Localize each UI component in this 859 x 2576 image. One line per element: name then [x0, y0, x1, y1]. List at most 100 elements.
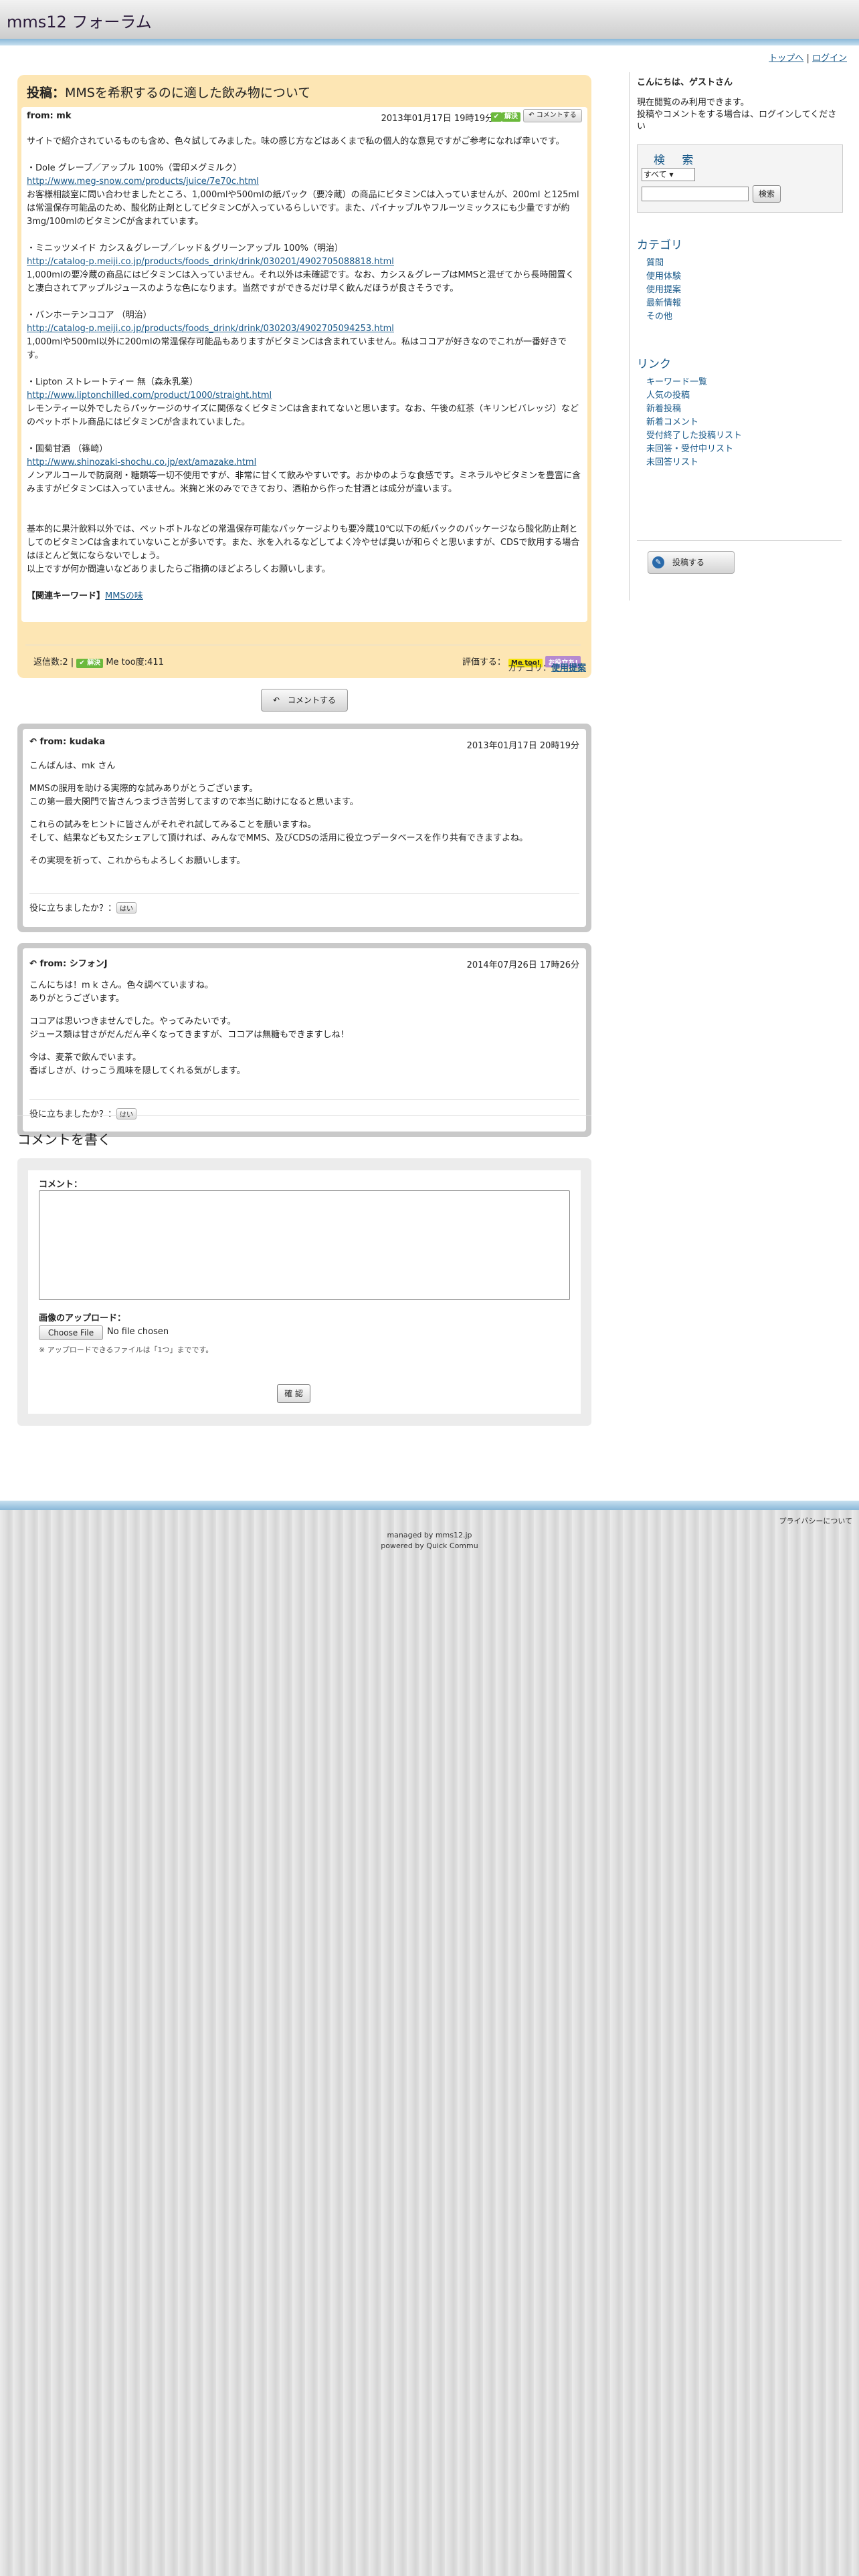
reply-author: ↶ from: kudaka: [29, 737, 105, 747]
item-link[interactable]: http://catalog-p.meiji.co.jp/products/fo…: [27, 322, 581, 336]
powered-by: powered by Quick Commu: [381, 1541, 478, 1550]
reply-body: こんばんは、mk さん MMSの服用を助ける実際的な試みありがとうございます。 …: [29, 760, 578, 877]
post-date: 2013年01月17日 19時19分: [381, 114, 494, 124]
header-stripe: [0, 39, 859, 45]
metoo-count: Me too度:411: [106, 657, 164, 667]
category-item[interactable]: 使用体験: [646, 270, 681, 284]
section-divider: [17, 1115, 591, 1116]
footer-credits: managed by mms12.jp powered by Quick Com…: [0, 1530, 859, 1551]
reply-footer: 役に立ちましたか？： はい: [29, 893, 579, 914]
login-link[interactable]: ログイン: [812, 53, 847, 64]
sidebar-link[interactable]: 未回答・受付中リスト: [646, 443, 742, 456]
sidebar-link[interactable]: 未回答リスト: [646, 456, 742, 469]
sidebar-divider: [637, 540, 842, 541]
sidebar-link[interactable]: 新着投稿: [646, 403, 742, 416]
keyword-link[interactable]: MMSの味: [105, 591, 143, 601]
reply-paragraph: MMSの服用を助ける実際的な試みありがとうございます。 この第一最大関門で皆さん…: [29, 784, 359, 807]
category-heading: カテゴリ: [637, 239, 682, 252]
category-label: カテゴリ：: [507, 663, 551, 673]
write-comment-heading: コメントを書く: [17, 1132, 111, 1148]
new-post-button[interactable]: ✎ 投稿する: [648, 551, 735, 574]
solved-badge-small-label: 解決: [87, 659, 101, 667]
search-scope-select[interactable]: すべて ▾: [642, 168, 695, 181]
search-button[interactable]: 検索: [753, 185, 781, 203]
useful-label: 役に立ちましたか？：: [29, 903, 117, 914]
sidebar-link[interactable]: 受付終了した投稿リスト: [646, 429, 742, 443]
reply-arrow-icon: ↶: [529, 112, 535, 119]
reply-panel: ↶ from: kudaka 2013年01月17日 20時19分 こんばんは、…: [23, 729, 586, 927]
category-item[interactable]: 使用提案: [646, 284, 681, 297]
post-keywords: 【関連キーワード】MMSの味: [27, 590, 581, 603]
item-link[interactable]: http://www.shinozaki-shochu.co.jp/ext/am…: [27, 456, 581, 469]
choose-file-button[interactable]: Choose File: [39, 1325, 103, 1340]
reply-paragraph: ココアは思いつきませんでした。やってみたいです。 ジュース類は甘さがだんだん辛く…: [29, 1016, 349, 1040]
comment-mini-button[interactable]: ↶ コメントする: [523, 109, 582, 122]
comment-button-label: コメントする: [288, 695, 337, 705]
post-title-text: MMSを希釈するのに適した飲み物について: [65, 86, 311, 100]
sidebar-link[interactable]: キーワード一覧: [646, 376, 742, 389]
site-header: mms12 フォーラム: [0, 0, 859, 39]
reply-card: ↶ from: kudaka 2013年01月17日 20時19分 こんばんは、…: [17, 724, 591, 932]
yes-button[interactable]: はい: [116, 1108, 137, 1119]
category-item[interactable]: 最新情報: [646, 297, 681, 310]
links-heading: リンク: [637, 358, 671, 371]
reply-panel: ↶ from: シフォンJ 2014年07月26日 17時26分 こんにちは！m…: [23, 948, 586, 1132]
reply-date: 2013年01月17日 20時19分: [466, 741, 579, 751]
keywords-label: 【関連キーワード】: [27, 591, 106, 601]
post-body-panel: from: mk 2013年01月17日 19時19分 ✔ 解決 ↶ コメントする…: [21, 107, 587, 668]
sidebar-link[interactable]: 人気の投稿: [646, 389, 742, 403]
post-title-prefix: 投稿：: [27, 86, 66, 100]
item-name: ・バンホーテンココア （明治）: [27, 310, 152, 320]
top-links: トップへ | ログイン: [769, 51, 847, 64]
links-list: キーワード一覧 人気の投稿 新着投稿 新着コメント 受付終了した投稿リスト 未回…: [646, 376, 742, 469]
category-link[interactable]: 使用提案: [551, 663, 586, 673]
reply-paragraph: これらの試みをヒントに皆さんがそれぞれ試してみることを願いますね。 そして、結果…: [29, 820, 528, 843]
category-item[interactable]: 質問: [646, 257, 681, 270]
item-name: ・Dole グレープ／アップル 100%（雪印メグミルク）: [27, 163, 242, 173]
confirm-button[interactable]: 確 認: [277, 1384, 310, 1403]
solved-badge: ✔ 解決: [490, 111, 520, 122]
comment-mini-label: コメントする: [536, 112, 577, 119]
item-desc: 1,000mlや500ml以外に200mlの常温保存可能品もありますがビタミンC…: [27, 337, 567, 360]
search-scope-value: すべて: [644, 170, 667, 179]
post-card: 投稿：MMSを希釈するのに適した飲み物について from: mk 2013年01…: [17, 75, 591, 678]
reply-author-name: from: kudaka: [39, 737, 106, 747]
yes-button[interactable]: はい: [116, 902, 137, 914]
item-name: ・ミニッツメイド カシス＆グレープ／レッド＆グリーンアップル 100%（明治）: [27, 243, 344, 253]
upload-note: ※ アップロードできるファイルは「1つ」までです。: [39, 1346, 213, 1354]
reply-paragraph: 今は、麦茶で飲んでいます。 香ばしさが、けっこう風味を隠してくれる気がします。: [29, 1053, 246, 1076]
reply-paragraph: その実現を祈って、これからもよろしくお願いします。: [29, 856, 246, 866]
item-link[interactable]: http://www.liptonchilled.com/product/100…: [27, 389, 581, 403]
post-title: 投稿：MMSを希釈するのに適した飲み物について: [27, 83, 310, 101]
footer-stripe: [0, 1501, 859, 1510]
search-heading: 検 索: [654, 154, 700, 167]
reply-count: 返信数:2 | ✔ 解決 Me too度:411: [33, 657, 164, 668]
chevron-down-icon: ▾: [669, 170, 674, 179]
post-category: カテゴリ：使用提案: [508, 661, 586, 673]
site-title[interactable]: mms12 フォーラム: [7, 9, 152, 32]
reply-body: こんにちは！m k さん。色々調べていますね。 ありがとうございます。 ココアは…: [29, 979, 578, 1087]
comment-form: コメント： 画像のアップロード： Choose File No file cho…: [17, 1158, 591, 1426]
post-outro: 基本的に果汁飲料以外では、ペットボトルなどの常温保存可能なパッケージよりも要冷蔵…: [27, 524, 580, 574]
item-desc: レモンティー以外でしたらパッケージのサイズに関係なくビタミンCは含まれてないと思…: [27, 404, 579, 427]
sidebar-link[interactable]: 新着コメント: [646, 416, 742, 429]
comment-button[interactable]: ↶ コメントする: [261, 689, 348, 712]
item-desc: 1,000mlの要冷蔵の商品にはビタミンCは入っていません。それ以外は未確認です…: [27, 270, 575, 294]
reply-paragraph: こんにちは！m k さん。色々調べていますね。 ありがとうございます。: [29, 980, 213, 1004]
item-link[interactable]: http://www.meg-snow.com/products/juice/7…: [27, 175, 581, 189]
search-input[interactable]: [642, 187, 749, 201]
solved-badge-small: ✔ 解決: [76, 659, 104, 668]
top-links-separator: |: [806, 53, 809, 64]
reply-arrow-icon: ↶: [29, 959, 37, 969]
comment-textarea[interactable]: [39, 1190, 570, 1300]
item-desc: お客様相談室に問い合わせましたところ、1,000mlや500mlの紙パック（要冷…: [27, 190, 582, 227]
reply-arrow-icon: ↶: [272, 695, 280, 705]
search-box: 検 索 すべて ▾ 検索: [637, 144, 843, 213]
item-link[interactable]: http://catalog-p.meiji.co.jp/products/fo…: [27, 255, 581, 269]
category-item[interactable]: その他: [646, 310, 681, 324]
top-link[interactable]: トップへ: [769, 53, 803, 64]
privacy-link[interactable]: プライバシーについて: [779, 1515, 852, 1526]
item-desc: ノンアルコールで防腐剤・糖類等一切不使用ですが、非常に甘くて飲みやすいです。おか…: [27, 471, 581, 494]
reply-author-name: from: シフォンJ: [39, 959, 108, 969]
category-list: 質問 使用体験 使用提案 最新情報 その他: [646, 257, 681, 324]
